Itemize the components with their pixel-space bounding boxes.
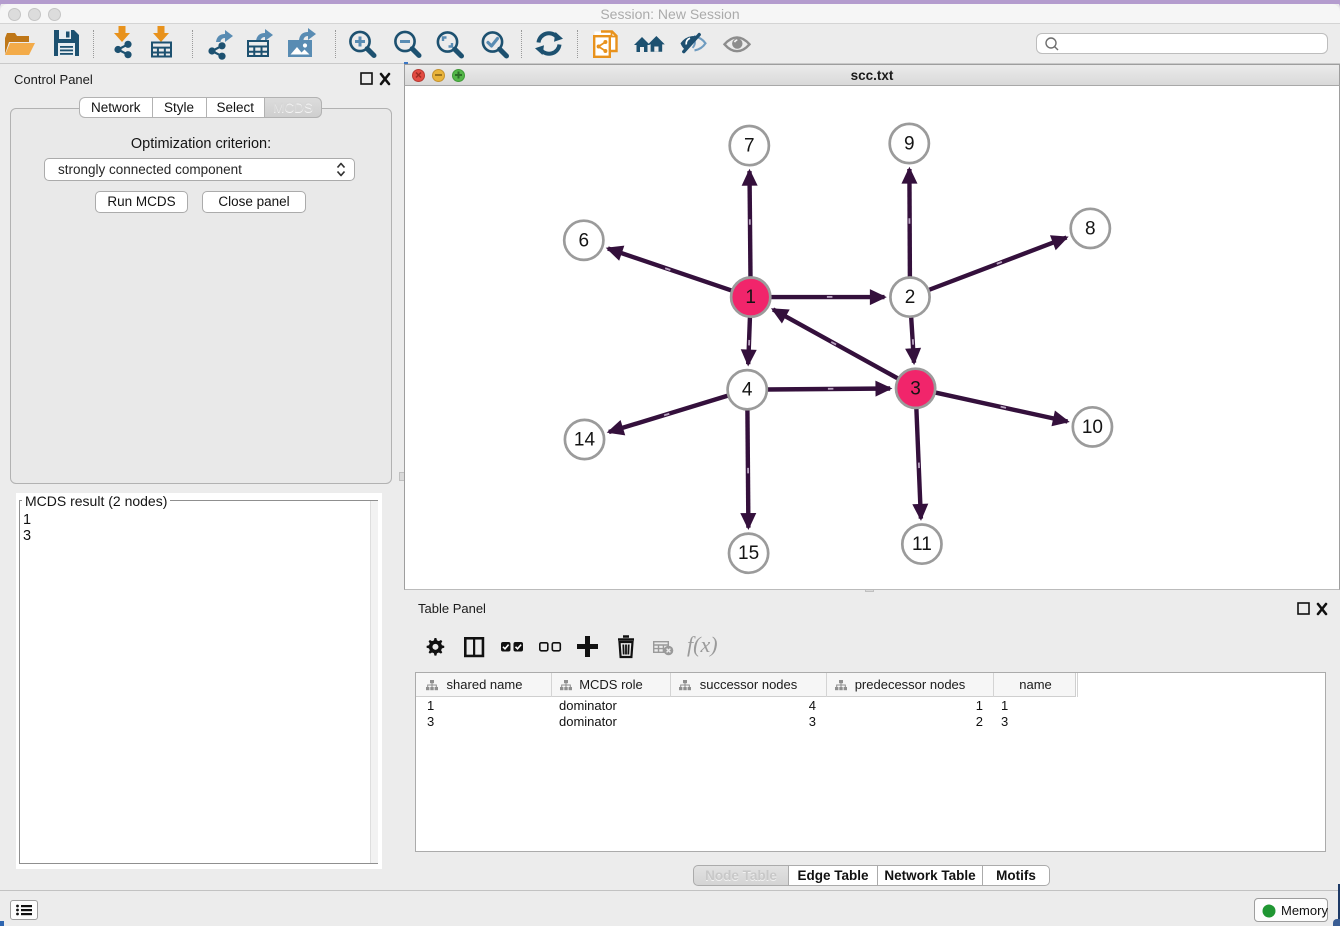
svg-text:6: 6 (579, 230, 590, 251)
svg-text:15: 15 (738, 543, 759, 564)
svg-text:11: 11 (912, 534, 932, 555)
svg-text:8: 8 (1085, 218, 1096, 239)
svg-text:7: 7 (744, 136, 755, 157)
svg-text:14: 14 (574, 430, 596, 451)
svg-text:9: 9 (904, 134, 915, 155)
svg-text:4: 4 (742, 380, 753, 401)
svg-text:1: 1 (745, 287, 756, 308)
svg-text:3: 3 (910, 378, 921, 399)
svg-text:10: 10 (1082, 417, 1103, 438)
svg-text:2: 2 (905, 287, 916, 308)
svg-text:f(x): f(x) (687, 632, 718, 657)
